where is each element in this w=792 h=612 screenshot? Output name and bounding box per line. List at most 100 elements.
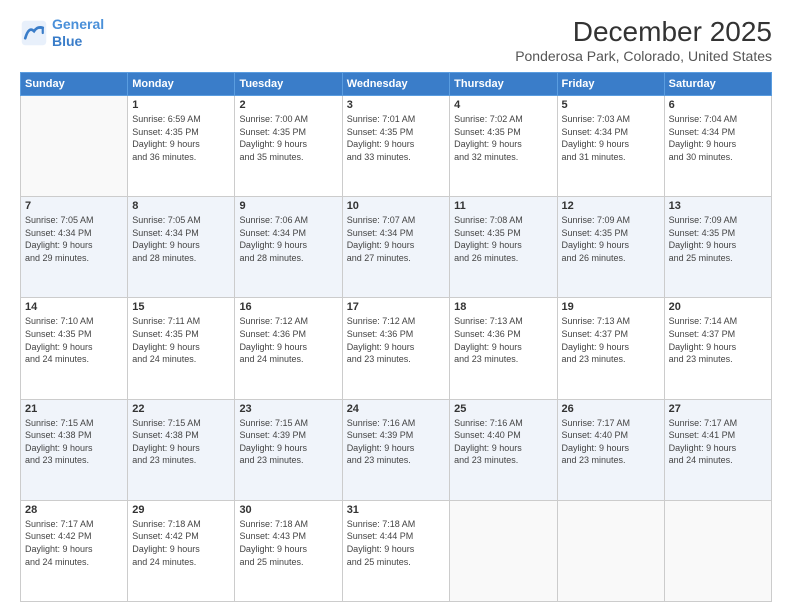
calendar-cell: 22Sunrise: 7:15 AM Sunset: 4:38 PM Dayli…	[128, 399, 235, 500]
day-info: Sunrise: 7:05 AM Sunset: 4:34 PM Dayligh…	[25, 214, 123, 264]
day-number: 26	[562, 403, 660, 415]
calendar-cell	[21, 96, 128, 197]
calendar-cell	[664, 500, 771, 601]
calendar-cell: 13Sunrise: 7:09 AM Sunset: 4:35 PM Dayli…	[664, 197, 771, 298]
day-info: Sunrise: 7:12 AM Sunset: 4:36 PM Dayligh…	[347, 315, 445, 365]
calendar-cell: 4Sunrise: 7:02 AM Sunset: 4:35 PM Daylig…	[450, 96, 557, 197]
calendar-header-wednesday: Wednesday	[342, 73, 449, 96]
calendar-header-friday: Friday	[557, 73, 664, 96]
calendar-cell: 5 Sunrise: 7:03 AM Sunset: 4:34 PM Daylig…	[557, 96, 664, 197]
day-number: 12	[562, 200, 660, 212]
day-number: 10	[347, 200, 445, 212]
day-number: 24	[347, 403, 445, 415]
day-number: 30	[239, 504, 337, 516]
calendar-week-row: 14 Sunrise: 7:10 AM Sunset: 4:35 PM Dayli…	[21, 298, 772, 399]
day-number: 3	[347, 99, 445, 111]
logo-general: General	[52, 16, 104, 32]
day-number: 15	[132, 301, 230, 313]
day-number: 18	[454, 301, 552, 313]
day-number: 2	[239, 99, 337, 111]
day-info: Sunrise: 7:17 AM Sunset: 4:42 PM Dayligh…	[25, 518, 123, 568]
calendar-cell: 15 Sunrise: 7:11 AM Sunset: 4:35 PM Dayli…	[128, 298, 235, 399]
calendar-cell: 10 Sunrise: 7:07 AM Sunset: 4:34 PM Dayli…	[342, 197, 449, 298]
day-info: Sunrise: 7:01 AM Sunset: 4:35 PM Dayligh…	[347, 113, 445, 163]
day-info: Sunrise: 7:18 AM Sunset: 4:44 PM Dayligh…	[347, 518, 445, 568]
day-info: Sunrise: 7:18 AM Sunset: 4:42 PM Dayligh…	[132, 518, 230, 568]
calendar-cell: 8 Sunrise: 7:05 AM Sunset: 4:34 PM Daylig…	[128, 197, 235, 298]
day-info: Sunrise: 7:10 AM Sunset: 4:35 PM Dayligh…	[25, 315, 123, 365]
calendar-cell: 3 Sunrise: 7:01 AM Sunset: 4:35 PM Daylig…	[342, 96, 449, 197]
calendar-cell: 20 Sunrise: 7:14 AM Sunset: 4:37 PM Dayli…	[664, 298, 771, 399]
day-info: Sunrise: 7:12 AM Sunset: 4:36 PM Dayligh…	[239, 315, 337, 365]
calendar-cell: 16 Sunrise: 7:12 AM Sunset: 4:36 PM Dayli…	[235, 298, 342, 399]
calendar-cell: 27Sunrise: 7:17 AM Sunset: 4:41 PM Dayli…	[664, 399, 771, 500]
logo: General Blue	[20, 16, 104, 50]
calendar-cell: 17 Sunrise: 7:12 AM Sunset: 4:36 PM Dayli…	[342, 298, 449, 399]
day-info: Sunrise: 7:15 AM Sunset: 4:38 PM Dayligh…	[25, 417, 123, 467]
day-info: Sunrise: 7:11 AM Sunset: 4:35 PM Dayligh…	[132, 315, 230, 365]
calendar-cell: 9 Sunrise: 7:06 AM Sunset: 4:34 PM Daylig…	[235, 197, 342, 298]
day-number: 9	[239, 200, 337, 212]
day-number: 14	[25, 301, 123, 313]
calendar-cell: 28 Sunrise: 7:17 AM Sunset: 4:42 PM Dayli…	[21, 500, 128, 601]
day-number: 19	[562, 301, 660, 313]
header: General Blue December 2025 Ponderosa Par…	[20, 16, 772, 64]
day-number: 28	[25, 504, 123, 516]
subtitle: Ponderosa Park, Colorado, United States	[515, 48, 772, 64]
calendar-cell: 18 Sunrise: 7:13 AM Sunset: 4:36 PM Dayli…	[450, 298, 557, 399]
logo-text: General Blue	[52, 16, 104, 50]
day-number: 22	[132, 403, 230, 415]
calendar-cell: 30 Sunrise: 7:18 AM Sunset: 4:43 PM Dayli…	[235, 500, 342, 601]
calendar-cell: 29Sunrise: 7:18 AM Sunset: 4:42 PM Dayli…	[128, 500, 235, 601]
day-info: Sunrise: 7:16 AM Sunset: 4:40 PM Dayligh…	[454, 417, 552, 467]
calendar-header-thursday: Thursday	[450, 73, 557, 96]
calendar-cell: 11Sunrise: 7:08 AM Sunset: 4:35 PM Dayli…	[450, 197, 557, 298]
calendar-week-row: 7 Sunrise: 7:05 AM Sunset: 4:34 PM Daylig…	[21, 197, 772, 298]
day-number: 25	[454, 403, 552, 415]
day-number: 11	[454, 200, 552, 212]
day-info: Sunrise: 7:09 AM Sunset: 4:35 PM Dayligh…	[562, 214, 660, 264]
day-number: 4	[454, 99, 552, 111]
day-info: Sunrise: 7:00 AM Sunset: 4:35 PM Dayligh…	[239, 113, 337, 163]
day-info: Sunrise: 7:09 AM Sunset: 4:35 PM Dayligh…	[669, 214, 767, 264]
day-number: 27	[669, 403, 767, 415]
day-info: Sunrise: 7:13 AM Sunset: 4:36 PM Dayligh…	[454, 315, 552, 365]
calendar-table: SundayMondayTuesdayWednesdayThursdayFrid…	[20, 72, 772, 602]
calendar-cell: 14 Sunrise: 7:10 AM Sunset: 4:35 PM Dayli…	[21, 298, 128, 399]
calendar-cell: 12 Sunrise: 7:09 AM Sunset: 4:35 PM Dayli…	[557, 197, 664, 298]
day-number: 17	[347, 301, 445, 313]
day-number: 1	[132, 99, 230, 111]
day-info: Sunrise: 7:13 AM Sunset: 4:37 PM Dayligh…	[562, 315, 660, 365]
day-number: 16	[239, 301, 337, 313]
logo-icon	[20, 19, 48, 47]
calendar-cell	[450, 500, 557, 601]
day-info: Sunrise: 7:14 AM Sunset: 4:37 PM Dayligh…	[669, 315, 767, 365]
calendar-week-row: 28 Sunrise: 7:17 AM Sunset: 4:42 PM Dayli…	[21, 500, 772, 601]
day-number: 7	[25, 200, 123, 212]
calendar-cell: 31Sunrise: 7:18 AM Sunset: 4:44 PM Dayli…	[342, 500, 449, 601]
day-info: Sunrise: 7:18 AM Sunset: 4:43 PM Dayligh…	[239, 518, 337, 568]
calendar-cell: 25 Sunrise: 7:16 AM Sunset: 4:40 PM Dayli…	[450, 399, 557, 500]
day-info: Sunrise: 7:15 AM Sunset: 4:39 PM Dayligh…	[239, 417, 337, 467]
logo-blue: Blue	[52, 33, 82, 49]
calendar-week-row: 1Sunrise: 6:59 AM Sunset: 4:35 PM Daylig…	[21, 96, 772, 197]
main-title: December 2025	[515, 16, 772, 48]
day-number: 23	[239, 403, 337, 415]
day-number: 20	[669, 301, 767, 313]
calendar-cell: 26 Sunrise: 7:17 AM Sunset: 4:40 PM Dayli…	[557, 399, 664, 500]
day-info: Sunrise: 7:07 AM Sunset: 4:34 PM Dayligh…	[347, 214, 445, 264]
day-info: Sunrise: 7:03 AM Sunset: 4:34 PM Dayligh…	[562, 113, 660, 163]
day-number: 5	[562, 99, 660, 111]
day-info: Sunrise: 7:16 AM Sunset: 4:39 PM Dayligh…	[347, 417, 445, 467]
calendar-week-row: 21 Sunrise: 7:15 AM Sunset: 4:38 PM Dayli…	[21, 399, 772, 500]
calendar-cell: 6Sunrise: 7:04 AM Sunset: 4:34 PM Daylig…	[664, 96, 771, 197]
calendar-header-row: SundayMondayTuesdayWednesdayThursdayFrid…	[21, 73, 772, 96]
day-info: Sunrise: 7:06 AM Sunset: 4:34 PM Dayligh…	[239, 214, 337, 264]
day-info: Sunrise: 7:05 AM Sunset: 4:34 PM Dayligh…	[132, 214, 230, 264]
day-number: 8	[132, 200, 230, 212]
day-number: 21	[25, 403, 123, 415]
calendar-cell: 24 Sunrise: 7:16 AM Sunset: 4:39 PM Dayli…	[342, 399, 449, 500]
calendar-cell: 19 Sunrise: 7:13 AM Sunset: 4:37 PM Dayli…	[557, 298, 664, 399]
day-info: Sunrise: 7:17 AM Sunset: 4:40 PM Dayligh…	[562, 417, 660, 467]
calendar-header-saturday: Saturday	[664, 73, 771, 96]
